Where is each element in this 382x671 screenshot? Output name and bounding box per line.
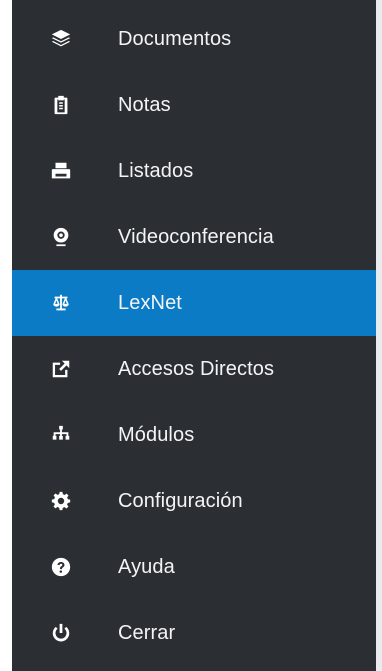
- menu-item-label: Videoconferencia: [118, 225, 274, 248]
- balance-scale-icon: [46, 288, 76, 318]
- menu-item-configuracion[interactable]: Configuración: [12, 468, 376, 534]
- gear-icon: [46, 486, 76, 516]
- power-icon: [46, 618, 76, 648]
- menu-list: Documentos Notas Listados Videoconferenc…: [12, 0, 376, 666]
- menu-item-videoconferencia[interactable]: Videoconferencia: [12, 204, 376, 270]
- menu-item-notas[interactable]: Notas: [12, 72, 376, 138]
- menu-item-modulos[interactable]: Módulos: [12, 402, 376, 468]
- menu-item-label: Listados: [118, 159, 194, 182]
- menu-item-cerrar[interactable]: Cerrar: [12, 600, 376, 666]
- app-frame: Documentos Notas Listados Videoconferenc…: [0, 0, 382, 671]
- menu-item-listados[interactable]: Listados: [12, 138, 376, 204]
- webcam-icon: [46, 222, 76, 252]
- menu-item-label: Notas: [118, 93, 171, 116]
- side-menu: Documentos Notas Listados Videoconferenc…: [12, 0, 382, 671]
- menu-item-documentos[interactable]: Documentos: [12, 6, 376, 72]
- menu-item-accesos-directos[interactable]: Accesos Directos: [12, 336, 376, 402]
- menu-item-label: Accesos Directos: [118, 357, 275, 380]
- question-circle-icon: [46, 552, 76, 582]
- menu-item-ayuda[interactable]: Ayuda: [12, 534, 376, 600]
- layers-icon: [46, 24, 76, 54]
- menu-item-label: Configuración: [118, 489, 243, 512]
- printer-icon: [46, 156, 76, 186]
- menu-item-label: Documentos: [118, 27, 232, 50]
- sitemap-icon: [46, 420, 76, 450]
- clipboard-icon: [46, 90, 76, 120]
- menu-item-label: Ayuda: [118, 555, 175, 578]
- menu-item-label: LexNet: [118, 291, 182, 314]
- menu-item-lexnet[interactable]: LexNet: [12, 270, 376, 336]
- menu-item-label: Cerrar: [118, 621, 176, 644]
- menu-item-label: Módulos: [118, 423, 195, 446]
- external-link-icon: [46, 354, 76, 384]
